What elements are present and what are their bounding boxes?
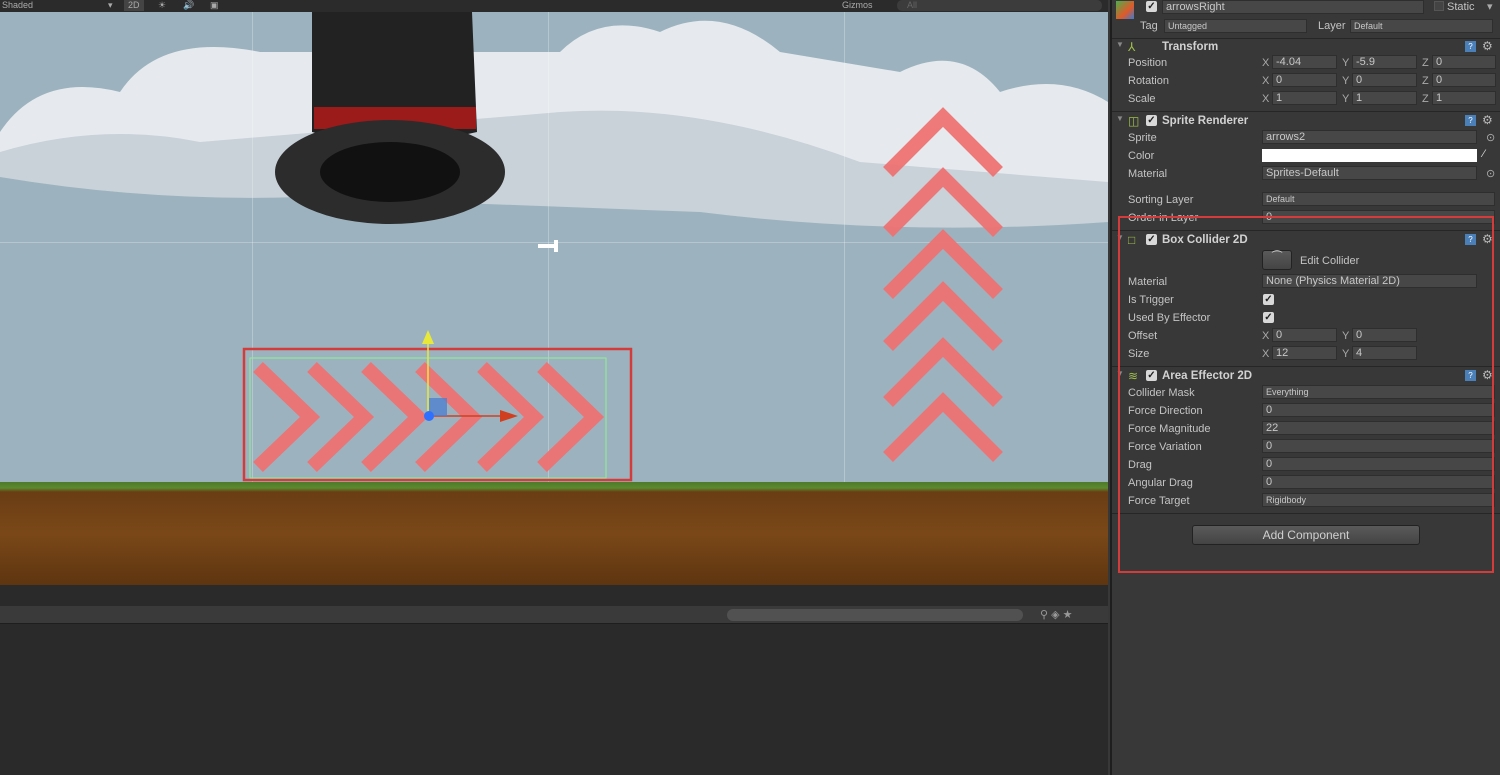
help-icon[interactable]: ? — [1465, 41, 1476, 52]
lighting-icon[interactable]: ☀ — [158, 0, 166, 11]
eyedropper-icon[interactable]: ⁄ — [1483, 148, 1485, 160]
arrow-right-sprite — [253, 361, 321, 473]
axis-label: Z — [1422, 75, 1429, 87]
object-picker-icon[interactable]: ⊙ — [1486, 167, 1495, 180]
sprite-renderer-enabled-checkbox[interactable]: ✓ — [1146, 115, 1157, 126]
gear-icon[interactable]: ⚙ — [1482, 114, 1493, 126]
axis-label: X — [1262, 75, 1270, 87]
rotation-y-field[interactable]: 0 — [1352, 73, 1417, 87]
gameobject-icon — [1116, 1, 1134, 19]
axis-label: Y — [1342, 75, 1350, 87]
2d-toggle[interactable]: 2D — [124, 0, 144, 11]
static-dropdown-arrow[interactable]: ▾ — [1487, 0, 1493, 13]
sprite-renderer-title: Sprite Renderer — [1162, 115, 1249, 127]
gear-icon[interactable]: ⚙ — [1482, 40, 1493, 52]
transform-title: Transform — [1162, 41, 1219, 53]
rotation-x-field[interactable]: 0 — [1272, 73, 1337, 87]
material-field[interactable]: Sprites-Default — [1262, 166, 1477, 180]
position-y-field[interactable]: -5.9 — [1352, 55, 1417, 69]
sorting-layer-label: Sorting Layer — [1128, 194, 1194, 206]
axis-label: Z — [1422, 93, 1429, 105]
audio-icon[interactable]: 🔊 — [183, 0, 194, 11]
arrow-up-sprite — [883, 107, 1003, 177]
arrow-up-sprite — [883, 167, 1003, 237]
effects-icon[interactable]: ▣ — [210, 0, 219, 11]
layer-label: Layer — [1318, 20, 1346, 32]
scale-label: Scale — [1128, 93, 1156, 105]
axis-label: Y — [1342, 93, 1350, 105]
scale-x-field[interactable]: 1 — [1272, 91, 1337, 105]
tag-dropdown[interactable]: Untagged — [1164, 19, 1307, 33]
sprite-field[interactable]: arrows2 — [1262, 130, 1477, 144]
scene-view[interactable] — [0, 12, 1108, 585]
active-checkbox[interactable]: ✓ — [1146, 1, 1157, 12]
object-name-input[interactable]: arrowsRight — [1162, 0, 1424, 14]
scene-search-input[interactable]: All — [897, 0, 1102, 11]
help-icon[interactable]: ? — [1465, 115, 1476, 126]
scale-z-field[interactable]: 1 — [1432, 91, 1496, 105]
rotation-label: Rotation — [1128, 75, 1169, 87]
position-x-field[interactable]: -4.04 — [1272, 55, 1337, 69]
shading-dropdown[interactable]: Shaded — [2, 0, 33, 11]
axis-label: X — [1262, 93, 1270, 105]
position-z-field[interactable]: 0 — [1432, 55, 1496, 69]
move-x-handle — [500, 410, 518, 422]
axis-label: X — [1262, 57, 1270, 69]
static-label: Static — [1447, 1, 1475, 13]
color-label: Color — [1128, 150, 1155, 162]
filter-icons[interactable]: ⚲ ◈ ★ — [1040, 608, 1073, 621]
highlight-box — [1118, 216, 1494, 573]
arrow-right-sprite — [537, 361, 605, 473]
sorting-layer-dropdown[interactable]: Default — [1262, 192, 1495, 206]
foldout-arrow[interactable]: ▼ — [1116, 114, 1124, 123]
scale-y-field[interactable]: 1 — [1352, 91, 1417, 105]
arrow-up-sprite — [883, 392, 1003, 462]
panel-search-input[interactable] — [727, 609, 1023, 621]
sprite-label: Sprite — [1128, 132, 1157, 144]
axis-label: Y — [1342, 57, 1350, 69]
object-picker-icon[interactable]: ⊙ — [1486, 131, 1495, 144]
tag-label: Tag — [1140, 20, 1158, 32]
pivot-handle — [424, 411, 434, 421]
foldout-arrow[interactable]: ▼ — [1116, 40, 1124, 49]
layer-dropdown[interactable]: Default — [1350, 19, 1493, 33]
scene-toolbar: Shaded ▾ 2D ☀ 🔊 ▣ Gizmos All — [0, 0, 1108, 12]
axis-label: Z — [1422, 57, 1429, 69]
material-label: Material — [1128, 168, 1168, 180]
move-y-handle — [422, 330, 434, 344]
static-checkbox[interactable] — [1434, 1, 1444, 11]
color-field[interactable] — [1262, 149, 1477, 162]
position-label: Position — [1128, 57, 1168, 69]
camera-gizmo-icon — [538, 240, 558, 252]
rotation-z-field[interactable]: 0 — [1432, 73, 1496, 87]
sprite-renderer-icon: ◫ — [1128, 114, 1140, 128]
gizmos-dropdown[interactable]: Gizmos — [842, 0, 873, 11]
transform-axes-icon: ⅄ — [1128, 40, 1136, 54]
arrow-sprites — [242, 107, 1003, 482]
